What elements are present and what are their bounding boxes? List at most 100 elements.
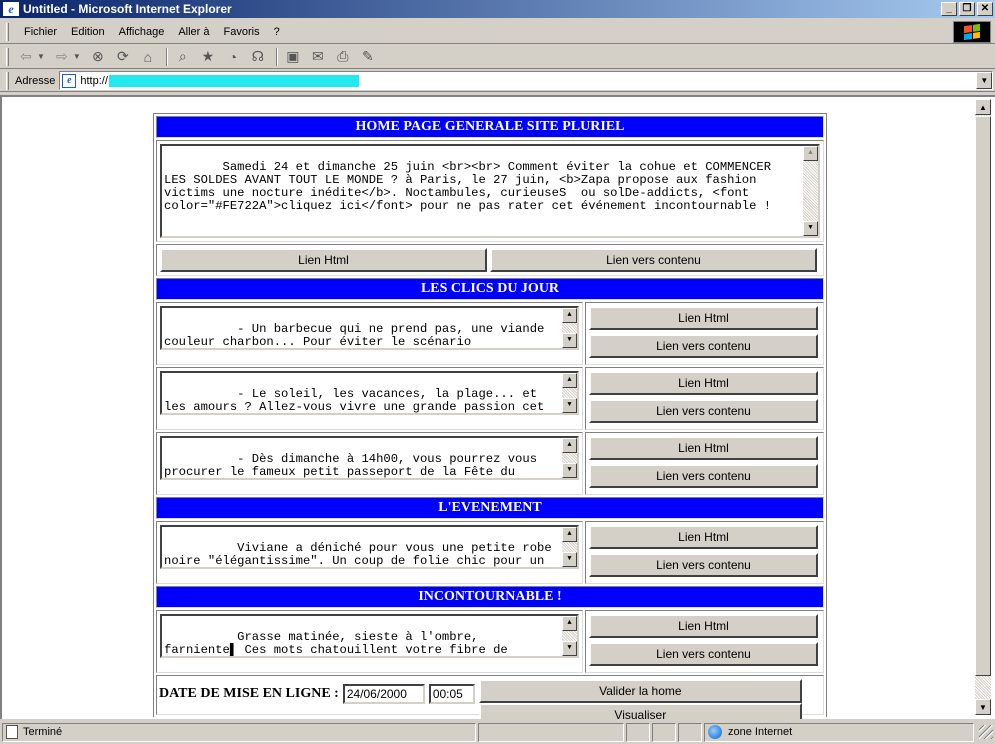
- clic-textarea-scrollbar[interactable]: ▲ ▼: [562, 373, 577, 413]
- maximize-button[interactable]: ❐: [959, 2, 975, 16]
- status-panel: [478, 722, 624, 742]
- status-text: Terminé: [23, 726, 63, 738]
- scroll-down-icon[interactable]: ▼: [562, 552, 577, 567]
- evenement-textarea-scrollbar[interactable]: ▲ ▼: [562, 527, 577, 567]
- incontournable-text: Grasse matinée, sieste à l'ombre, farnie…: [164, 630, 508, 657]
- home-text-cell: Samedi 24 et dimanche 25 juin <br><br> C…: [156, 140, 824, 242]
- evenement-textarea[interactable]: Viviane a déniché pour vous une petite r…: [160, 525, 579, 569]
- scroll-down-icon[interactable]: ▼: [803, 221, 818, 236]
- history-icon[interactable]: ◔: [222, 47, 244, 67]
- zone-panel: zone Internet: [704, 722, 974, 742]
- address-grip[interactable]: [6, 71, 9, 90]
- incontournable-heading: INCONTOURNABLE !: [156, 586, 824, 608]
- ie-logo-icon: e: [3, 2, 19, 16]
- page-scrollbar[interactable]: ▲ ▼: [975, 99, 991, 715]
- forward-arrow-icon[interactable]: ⇨: [51, 47, 73, 67]
- window-controls: _ ❐ ✕: [939, 2, 993, 16]
- scroll-up-icon[interactable]: ▲: [803, 146, 818, 161]
- scroll-down-icon[interactable]: ▼: [562, 463, 577, 478]
- home-textarea-scrollbar[interactable]: ▲ ▼: [803, 146, 818, 236]
- scroll-down-icon[interactable]: ▼: [562, 398, 577, 413]
- status-bar: Terminé zone Internet: [0, 720, 995, 744]
- back-arrow-icon[interactable]: ⇦: [15, 47, 37, 67]
- search-icon[interactable]: ⌕: [172, 47, 194, 67]
- incontournable-content-button[interactable]: Lien vers contenu: [589, 642, 818, 666]
- menu-fichier[interactable]: Fichier: [17, 26, 64, 38]
- channels-icon[interactable]: ☊: [247, 47, 269, 67]
- home-buttons: Lien Html Lien vers contenu: [156, 244, 824, 276]
- edit-icon[interactable]: ✎: [357, 47, 379, 67]
- redacted-url: [108, 74, 359, 87]
- home-content-button[interactable]: Lien vers contenu: [490, 248, 817, 272]
- scroll-up-icon[interactable]: ▲: [562, 373, 577, 388]
- publish-date-label: DATE DE MISE EN LIGNE :: [159, 686, 339, 701]
- content-table: HOME PAGE GENERALE SITE PLURIEL Samedi 2…: [153, 113, 827, 719]
- evenement-row: Viviane a déniché pour vous une petite r…: [156, 521, 824, 584]
- toolbar-grip[interactable]: [6, 47, 9, 66]
- stop-icon[interactable]: ⊗: [87, 47, 109, 67]
- clic-textarea[interactable]: - Un barbecue qui ne prend pas, une vian…: [160, 306, 579, 350]
- clic-textarea-scrollbar[interactable]: ▲ ▼: [562, 438, 577, 478]
- scroll-down-icon[interactable]: ▼: [562, 333, 577, 348]
- home-html-button[interactable]: Lien Html: [160, 248, 487, 272]
- title-bar: e Untitled - Microsoft Internet Explorer…: [0, 0, 995, 18]
- validate-home-button[interactable]: Valider la home: [478, 679, 802, 703]
- address-dropdown-icon[interactable]: ▼: [976, 72, 993, 89]
- scroll-up-icon[interactable]: ▲: [562, 616, 577, 631]
- page-scroll-thumb[interactable]: [975, 116, 991, 676]
- status-text-panel: Terminé: [2, 722, 476, 742]
- minimize-button[interactable]: _: [941, 2, 957, 16]
- menu-aller[interactable]: Aller à: [171, 26, 216, 38]
- close-button[interactable]: ✕: [977, 2, 993, 16]
- favorites-icon[interactable]: ★: [197, 47, 219, 67]
- forward-dropdown-icon[interactable]: ▼: [73, 52, 81, 61]
- refresh-icon[interactable]: ⟳: [112, 47, 134, 67]
- clic-row-3: - Dès dimanche à 14h00, vous pourrez vou…: [156, 432, 824, 495]
- print-icon[interactable]: ⎙: [332, 47, 354, 67]
- incontournable-textarea[interactable]: Grasse matinée, sieste à l'ombre, farnie…: [160, 614, 579, 658]
- incontournable-html-button[interactable]: Lien Html: [589, 614, 818, 638]
- evenement-html-button[interactable]: Lien Html: [589, 525, 818, 549]
- scroll-up-icon[interactable]: ▲: [562, 527, 577, 542]
- menu-affichage[interactable]: Affichage: [112, 26, 172, 38]
- scroll-up-icon[interactable]: ▲: [562, 308, 577, 323]
- page-scroll-up-icon[interactable]: ▲: [975, 99, 991, 115]
- address-url: http://: [80, 74, 108, 87]
- publish-date-input[interactable]: 24/06/2000: [342, 684, 425, 704]
- publish-time-input[interactable]: 00:05: [428, 684, 475, 704]
- clic-html-button[interactable]: Lien Html: [589, 306, 818, 330]
- clic-content-button[interactable]: Lien vers contenu: [589, 464, 818, 488]
- window-title: Untitled - Microsoft Internet Explorer: [23, 2, 232, 16]
- menu-grip[interactable]: [6, 22, 9, 41]
- mail-icon[interactable]: ✉: [307, 47, 329, 67]
- home-text: Samedi 24 et dimanche 25 juin <br><br> C…: [164, 160, 779, 213]
- home-textarea[interactable]: Samedi 24 et dimanche 25 juin <br><br> C…: [160, 144, 820, 238]
- fullscreen-icon[interactable]: ▣: [282, 47, 304, 67]
- scroll-down-icon[interactable]: ▼: [562, 641, 577, 656]
- clic-html-button[interactable]: Lien Html: [589, 371, 818, 395]
- home-icon[interactable]: ⌂: [137, 47, 159, 67]
- status-panel: [678, 722, 702, 742]
- resize-grip-icon[interactable]: [979, 725, 993, 739]
- page-scroll-down-icon[interactable]: ▼: [975, 699, 991, 715]
- clic-row-2: - Le soleil, les vacances, la plage... e…: [156, 367, 824, 430]
- clic-textarea-scrollbar[interactable]: ▲ ▼: [562, 308, 577, 348]
- address-input[interactable]: e http:// ▼: [59, 71, 994, 90]
- clic-content-button[interactable]: Lien vers contenu: [589, 399, 818, 423]
- preview-button[interactable]: Visualiser: [478, 703, 802, 719]
- clic-textarea[interactable]: - Le soleil, les vacances, la plage... e…: [160, 371, 579, 415]
- evenement-content-button[interactable]: Lien vers contenu: [589, 553, 818, 577]
- clic-content-button[interactable]: Lien vers contenu: [589, 334, 818, 358]
- clics-heading: LES CLICS DU JOUR: [156, 278, 824, 300]
- menu-edition[interactable]: Edition: [64, 26, 112, 38]
- incontournable-textarea-scrollbar[interactable]: ▲ ▼: [562, 616, 577, 656]
- menu-favoris[interactable]: Favoris: [217, 26, 267, 38]
- status-panel: [652, 722, 676, 742]
- back-dropdown-icon[interactable]: ▼: [37, 52, 45, 61]
- clic-html-button[interactable]: Lien Html: [589, 436, 818, 460]
- publish-date-row: DATE DE MISE EN LIGNE : 24/06/2000 00:05…: [156, 675, 824, 719]
- scroll-up-icon[interactable]: ▲: [562, 438, 577, 453]
- clic-textarea[interactable]: - Dès dimanche à 14h00, vous pourrez vou…: [160, 436, 579, 480]
- internet-zone-icon: [708, 725, 722, 739]
- menu-help[interactable]: ?: [267, 26, 287, 38]
